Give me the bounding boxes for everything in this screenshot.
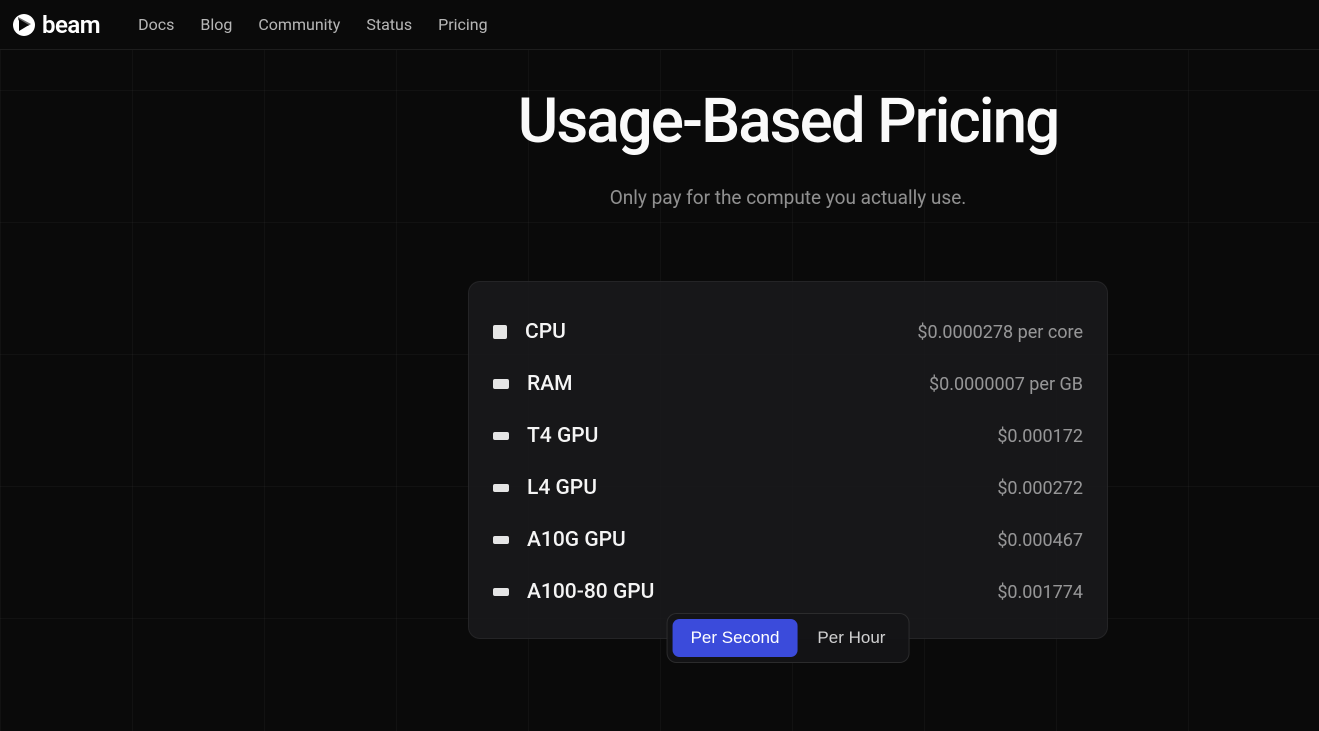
nav-link-pricing[interactable]: Pricing [438,15,488,34]
main-content: Usage-Based Pricing Only pay for the com… [0,50,1319,639]
page-title: Usage-Based Pricing [518,85,1058,158]
pricing-row-a10g: A10G GPU $0.000467 [493,514,1083,566]
pricing-left: RAM [493,372,573,396]
pricing-left: T4 GPU [493,424,598,448]
resource-name: CPU [525,320,566,344]
nav-links: Docs Blog Community Status Pricing [138,15,487,34]
resource-name: L4 GPU [527,476,597,500]
resource-name: RAM [527,372,573,396]
resource-price: $0.0000278 per core [917,322,1083,343]
pricing-row-a100: A100-80 GPU $0.001774 [493,566,1083,618]
ram-icon [493,379,509,389]
nav-link-docs[interactable]: Docs [138,15,174,34]
logo-text: beam [42,11,100,39]
pricing-toggle: Per Second Per Hour [667,613,910,663]
content-wrapper: Usage-Based Pricing Only pay for the com… [468,85,1108,639]
toggle-per-second[interactable]: Per Second [673,619,798,657]
pricing-row-t4: T4 GPU $0.000172 [493,410,1083,462]
pricing-left: CPU [493,320,566,344]
logo-icon [12,13,36,37]
logo[interactable]: beam [12,11,100,39]
nav-link-blog[interactable]: Blog [200,15,232,34]
resource-name: A10G GPU [527,528,626,552]
resource-price: $0.000467 [997,530,1083,551]
gpu-icon [493,432,509,440]
cpu-icon [493,325,507,339]
resource-price: $0.001774 [997,582,1083,603]
resource-price: $0.000172 [997,426,1083,447]
pricing-row-ram: RAM $0.0000007 per GB [493,358,1083,410]
gpu-icon [493,536,509,544]
resource-price: $0.000272 [997,478,1083,499]
resource-name: T4 GPU [527,424,598,448]
pricing-row-cpu: CPU $0.0000278 per core [493,306,1083,358]
gpu-icon [493,588,509,596]
resource-price: $0.0000007 per GB [929,374,1083,395]
nav-link-status[interactable]: Status [366,15,412,34]
toggle-per-hour[interactable]: Per Hour [799,619,903,657]
navbar: beam Docs Blog Community Status Pricing [0,0,1319,50]
pricing-left: A10G GPU [493,528,626,552]
page-subtitle: Only pay for the compute you actually us… [610,186,967,209]
pricing-left: A100-80 GPU [493,580,654,604]
pricing-row-l4: L4 GPU $0.000272 [493,462,1083,514]
nav-link-community[interactable]: Community [258,15,340,34]
pricing-card: CPU $0.0000278 per core RAM $0.0000007 p… [468,281,1108,639]
pricing-left: L4 GPU [493,476,597,500]
gpu-icon [493,484,509,492]
resource-name: A100-80 GPU [527,580,654,604]
